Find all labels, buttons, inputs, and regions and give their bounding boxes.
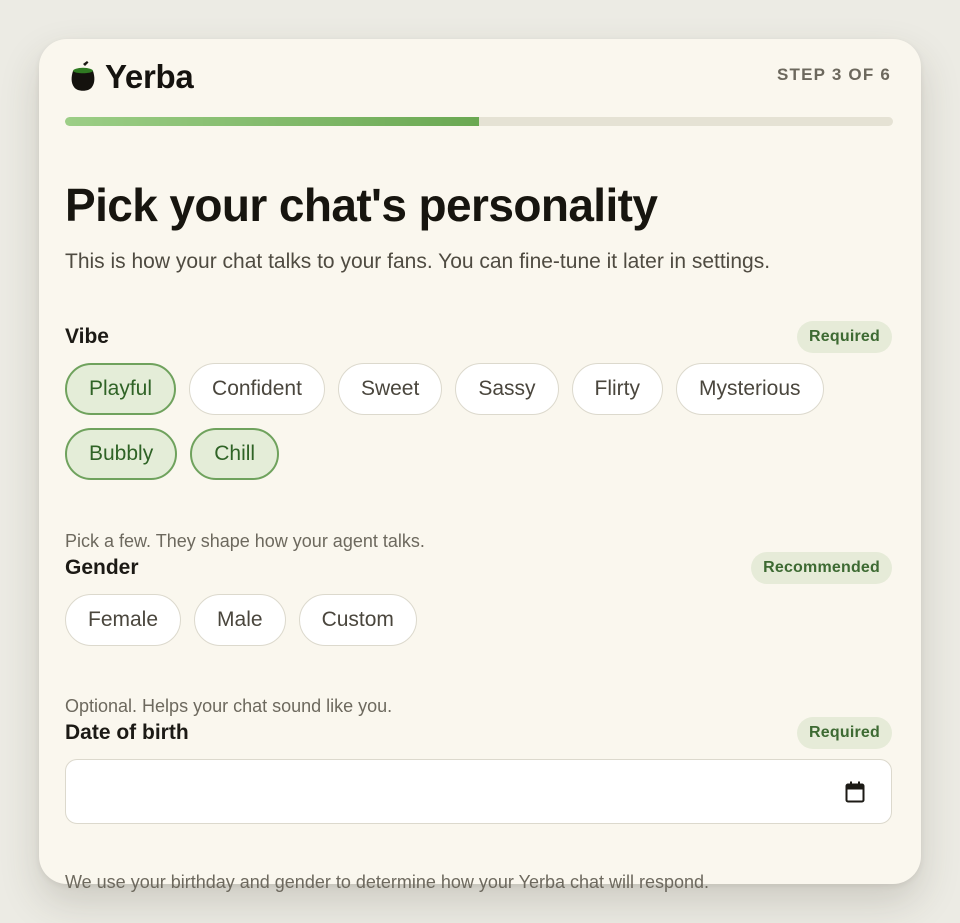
vibe-required-badge: Required — [797, 321, 892, 353]
vibe-option[interactable]: Chill — [190, 428, 280, 480]
dob-help-text: We use your birthday and gender to deter… — [65, 872, 710, 892]
gender-options: Female Male Custom — [65, 594, 865, 659]
vibe-option[interactable]: Sassy — [455, 363, 559, 415]
gender-recommended-badge: Recommended — [751, 552, 892, 584]
vibe-options: Playful Confident Sweet Sassy Flirty Mys… — [65, 363, 865, 493]
vibe-label: Vibe — [65, 325, 109, 348]
progress-fill — [65, 117, 479, 126]
onboarding-card: Yerba STEP 3 OF 6 Pick your chat's perso… — [39, 39, 921, 892]
dob-required-badge: Required — [797, 717, 892, 749]
vibe-help-text: Pick a few. They shape how your agent ta… — [65, 531, 425, 551]
gender-option[interactable]: Custom — [298, 594, 417, 646]
calendar-icon[interactable] — [845, 781, 865, 803]
mate-gourd-icon — [71, 61, 95, 91]
gender-help-text: Optional. Helps your chat sound like you… — [65, 696, 393, 716]
header: Yerba STEP 3 OF 6 — [70, 57, 891, 97]
step-indicator: STEP 3 OF 6 — [777, 65, 891, 84]
gender-label: Gender — [65, 556, 139, 579]
brand-name: Yerba — [105, 58, 194, 95]
page-subtitle: This is how your chat talks to your fans… — [65, 250, 771, 273]
gender-section: Gender Recommended Female Male Custom Op… — [65, 552, 892, 716]
vibe-option[interactable]: Flirty — [571, 363, 663, 415]
vibe-option[interactable]: Mysterious — [676, 363, 824, 415]
vibe-option[interactable]: Confident — [189, 363, 325, 415]
progress-bar — [65, 117, 893, 126]
vibe-option[interactable]: Playful — [65, 363, 177, 415]
dob-label: Date of birth — [65, 721, 189, 744]
vibe-option[interactable]: Bubbly — [65, 428, 178, 480]
gender-option[interactable]: Male — [194, 594, 286, 646]
date-of-birth-input[interactable] — [65, 759, 892, 824]
brand-logo: Yerba — [70, 57, 194, 97]
page-title: Pick your chat's personality — [65, 179, 658, 231]
gender-option[interactable]: Female — [65, 594, 182, 646]
dob-section: Date of birth Required We use your birth… — [65, 717, 892, 892]
vibe-section: Vibe Required Playful Confident Sweet Sa… — [65, 321, 892, 551]
vibe-option[interactable]: Sweet — [337, 363, 443, 415]
